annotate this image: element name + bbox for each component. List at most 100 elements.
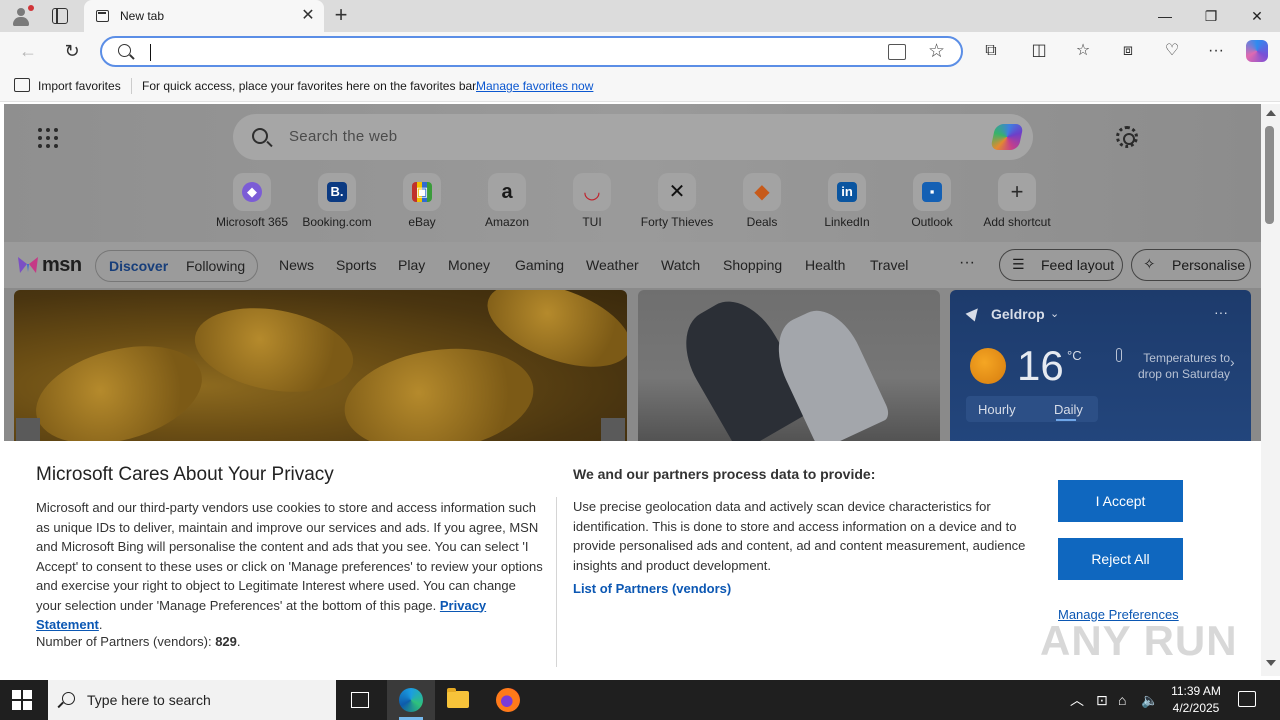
- new-tab-page-icon: [96, 10, 109, 22]
- weather-card[interactable]: Geldrop ⌄ ··· 16 °C Temperatures to drop…: [950, 290, 1251, 450]
- shortcut-amazon[interactable]: a Amazon: [464, 170, 550, 230]
- shortcut-add[interactable]: + Add shortcut: [974, 170, 1060, 230]
- import-favorites-button[interactable]: Import favorites: [38, 79, 121, 93]
- tab-following[interactable]: Following: [186, 258, 245, 274]
- security-icon[interactable]: ⊡: [1096, 680, 1108, 720]
- chevron-down-icon[interactable]: ⌄: [1050, 307, 1059, 320]
- app-launcher-icon[interactable]: [38, 128, 58, 148]
- shortcut-tui[interactable]: ◡ TUI: [549, 170, 635, 230]
- sunny-icon: [970, 348, 1006, 384]
- accept-button[interactable]: I Accept: [1058, 480, 1183, 522]
- nav-health[interactable]: Health: [805, 257, 845, 273]
- tab-actions-icon[interactable]: [52, 8, 68, 24]
- profile-icon[interactable]: [10, 5, 34, 27]
- notifications-icon[interactable]: [1238, 691, 1256, 707]
- food-image-shape: [188, 296, 360, 404]
- add-favorite-star-icon[interactable]: ☆: [928, 40, 945, 63]
- back-button[interactable]: ←: [16, 39, 40, 63]
- copilot-icon[interactable]: [1246, 40, 1268, 62]
- msn-logo[interactable]: msn: [16, 251, 82, 279]
- refresh-button[interactable]: ↻: [60, 39, 84, 63]
- taskbar-firefox[interactable]: [484, 680, 532, 720]
- anyrun-watermark: ANY RUN: [1040, 611, 1240, 666]
- web-search-box[interactable]: Search the web: [233, 114, 1033, 160]
- shortcut-label: Add shortcut: [983, 215, 1051, 229]
- close-window-button[interactable]: ✕: [1234, 0, 1280, 32]
- story-card[interactable]: [638, 290, 940, 450]
- weather-location[interactable]: Geldrop: [991, 306, 1045, 322]
- favorites-icon[interactable]: ☆: [1072, 40, 1094, 62]
- settings-more-icon[interactable]: ···: [1205, 40, 1227, 62]
- location-arrow-icon: [965, 304, 983, 322]
- nav-money[interactable]: Money: [448, 257, 490, 273]
- task-view-icon: [351, 692, 369, 708]
- close-tab-icon[interactable]: ✕: [298, 6, 318, 26]
- task-view-button[interactable]: [336, 680, 384, 720]
- windows-start-icon[interactable]: [12, 690, 32, 710]
- shortcut-ebay[interactable]: ▣ eBay: [379, 170, 465, 230]
- page-settings-gear-icon[interactable]: [1116, 126, 1138, 148]
- deals-tag-icon: ◆: [754, 181, 770, 203]
- nav-gaming[interactable]: Gaming: [515, 257, 564, 273]
- shortcut-label: Forty Thieves: [640, 215, 714, 229]
- split-screen-icon[interactable]: ◫: [1028, 40, 1050, 62]
- scroll-up-arrow-icon[interactable]: [1266, 110, 1276, 116]
- personalise-button[interactable]: ✧ Personalise: [1131, 249, 1251, 281]
- feed-layout-button[interactable]: ☰ Feed layout: [999, 249, 1123, 281]
- tab-daily[interactable]: Daily: [1054, 402, 1083, 417]
- address-bar[interactable]: ☆: [100, 36, 963, 67]
- linkedin-icon: in: [837, 182, 857, 202]
- text-caret: [150, 44, 151, 61]
- extensions-icon[interactable]: ⧉: [980, 40, 1002, 62]
- nav-news[interactable]: News: [279, 257, 314, 273]
- minimize-button[interactable]: —: [1142, 0, 1188, 32]
- purposes-title: We and our partners process data to prov…: [573, 466, 876, 482]
- shortcut-booking[interactable]: B. Booking.com: [294, 170, 380, 230]
- new-tab-button[interactable]: +: [330, 4, 352, 28]
- shortcut-outlook[interactable]: ▪ Outlook: [889, 170, 975, 230]
- file-explorer-icon: [447, 688, 469, 708]
- collections-icon[interactable]: ⧈: [1117, 40, 1139, 62]
- taskbar-file-explorer[interactable]: [435, 680, 483, 720]
- scroll-thumb[interactable]: [1265, 126, 1274, 224]
- shortcut-forty-thieves[interactable]: ✕ Forty Thieves: [634, 170, 720, 230]
- volume-icon[interactable]: 🔈: [1141, 680, 1158, 720]
- immersive-reader-icon[interactable]: [888, 44, 906, 60]
- manage-favorites-link[interactable]: Manage favorites now: [476, 79, 593, 93]
- shortcut-microsoft-365[interactable]: ◆ Microsoft 365: [209, 170, 295, 230]
- nav-weather[interactable]: Weather: [586, 257, 639, 273]
- vendors-list-link[interactable]: List of Partners (vendors): [573, 581, 731, 596]
- restore-button[interactable]: ❐: [1188, 0, 1234, 32]
- page-scrollbar[interactable]: [1261, 104, 1280, 676]
- chevron-right-icon[interactable]: ›: [1230, 354, 1235, 370]
- shortcut-deals[interactable]: ◆ Deals: [719, 170, 805, 230]
- show-hidden-icons-chevron-icon[interactable]: ︿: [1070, 680, 1084, 720]
- reject-all-button[interactable]: Reject All: [1058, 538, 1183, 580]
- purposes-body: Use precise geolocation data and activel…: [573, 499, 1026, 573]
- taskbar-search-icon: [62, 692, 75, 705]
- scroll-down-arrow-icon[interactable]: [1266, 660, 1276, 666]
- shortcut-label: Booking.com: [302, 215, 372, 229]
- weather-more-icon[interactable]: ···: [1214, 304, 1228, 320]
- network-icon[interactable]: ⌂: [1118, 680, 1126, 720]
- microsoft-365-icon: ◆: [242, 182, 262, 202]
- nav-travel[interactable]: Travel: [870, 257, 908, 273]
- address-input[interactable]: [154, 41, 874, 63]
- import-favorites-icon[interactable]: [14, 78, 30, 92]
- shortcut-linkedin[interactable]: in LinkedIn: [804, 170, 890, 230]
- tab-new-tab[interactable]: New tab ✕: [84, 0, 324, 32]
- nav-sports[interactable]: Sports: [336, 257, 376, 273]
- taskbar-search-box[interactable]: Type here to search: [48, 680, 336, 720]
- tab-discover[interactable]: Discover: [109, 258, 168, 274]
- tab-hourly[interactable]: Hourly: [978, 402, 1016, 417]
- favorites-bar: Import favorites For quick access, place…: [0, 70, 1280, 102]
- taskbar-clock[interactable]: 11:39 AM 4/2/2025: [1168, 683, 1224, 717]
- browser-essentials-icon[interactable]: ♡: [1161, 40, 1183, 62]
- nav-shopping[interactable]: Shopping: [723, 257, 782, 273]
- copilot-search-icon[interactable]: [990, 124, 1024, 150]
- taskbar-edge[interactable]: [387, 680, 435, 720]
- hero-story-card[interactable]: [14, 290, 627, 450]
- nav-more-icon[interactable]: ···: [959, 254, 975, 272]
- nav-watch[interactable]: Watch: [661, 257, 700, 273]
- nav-play[interactable]: Play: [398, 257, 425, 273]
